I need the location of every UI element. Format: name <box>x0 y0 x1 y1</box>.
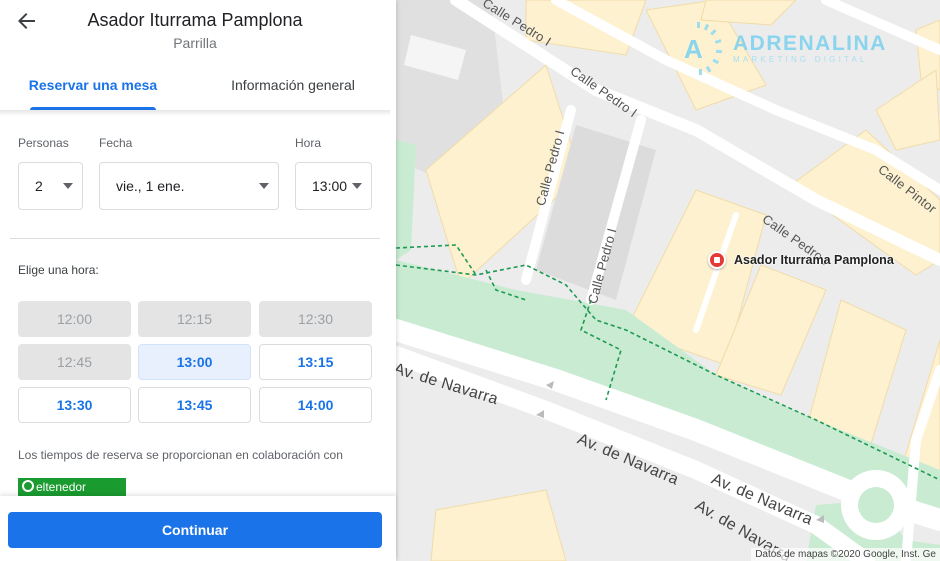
caret-down-icon <box>352 183 362 189</box>
time-slot: 12:45 <box>18 344 131 380</box>
map[interactable]: Calle Pedro I Calle Pedro I Calle Pedro … <box>396 0 940 561</box>
party-size-label: Personas <box>18 136 69 150</box>
time-slot[interactable]: 13:00 <box>138 344 251 380</box>
watermark-name: ADRENALINA <box>733 32 887 55</box>
restaurant-category: Parrilla <box>173 35 217 51</box>
time-select[interactable]: 13:00 <box>295 162 372 210</box>
eltenedor-name: eltenedor <box>36 480 87 494</box>
date-value: vie., 1 ene. <box>116 178 185 194</box>
date-select[interactable]: vie., 1 ene. <box>99 162 279 210</box>
party-size-select[interactable]: 2 <box>18 162 83 210</box>
party-size-value: 2 <box>35 178 43 194</box>
tab-bar-shadow <box>0 110 390 116</box>
partner-disclaimer: Los tiempos de reserva se proporcionan e… <box>18 448 343 462</box>
time-slot: 12:15 <box>138 301 251 337</box>
choose-time-label: Elige una hora: <box>18 263 99 277</box>
map-attribution: Datos de mapas ©2020 Google, Inst. Ge <box>751 548 940 561</box>
watermark-tagline: MARKETING DIGITAL <box>733 55 868 64</box>
time-slot: 12:30 <box>259 301 372 337</box>
continue-button[interactable]: Continuar <box>8 512 382 548</box>
divider <box>10 238 380 239</box>
time-slot[interactable]: 14:00 <box>259 387 372 423</box>
reservation-panel: Asador Iturrama Pamplona Parrilla Reserv… <box>0 0 396 561</box>
time-slot[interactable]: 13:30 <box>18 387 131 423</box>
time-slot[interactable]: 13:15 <box>259 344 372 380</box>
restaurant-title: Asador Iturrama Pamplona <box>87 10 303 30</box>
date-label: Fecha <box>99 136 133 150</box>
svg-text:A: A <box>684 34 703 64</box>
time-label: Hora <box>295 136 322 150</box>
tab-reservar[interactable]: Reservar una mesa <box>14 60 172 110</box>
eltenedor-icon <box>22 480 34 492</box>
tab-informacion[interactable]: Información general <box>205 60 381 110</box>
restaurant-marker-icon[interactable] <box>708 251 726 269</box>
bottom-action-bar: Continuar <box>0 496 396 561</box>
adrenalina-logo-icon: A <box>684 22 723 75</box>
caret-down-icon <box>63 183 73 189</box>
time-slot: 12:00 <box>18 301 131 337</box>
marker-label[interactable]: Asador Iturrama Pamplona <box>734 253 894 267</box>
adrenalina-watermark: A ADRENALINA MARKETING DIGITAL <box>681 22 887 76</box>
caret-down-icon <box>259 183 269 189</box>
tab-bar: Reservar una mesa Información general <box>0 60 390 110</box>
time-value: 13:00 <box>312 178 348 194</box>
time-slot[interactable]: 13:45 <box>138 387 251 423</box>
